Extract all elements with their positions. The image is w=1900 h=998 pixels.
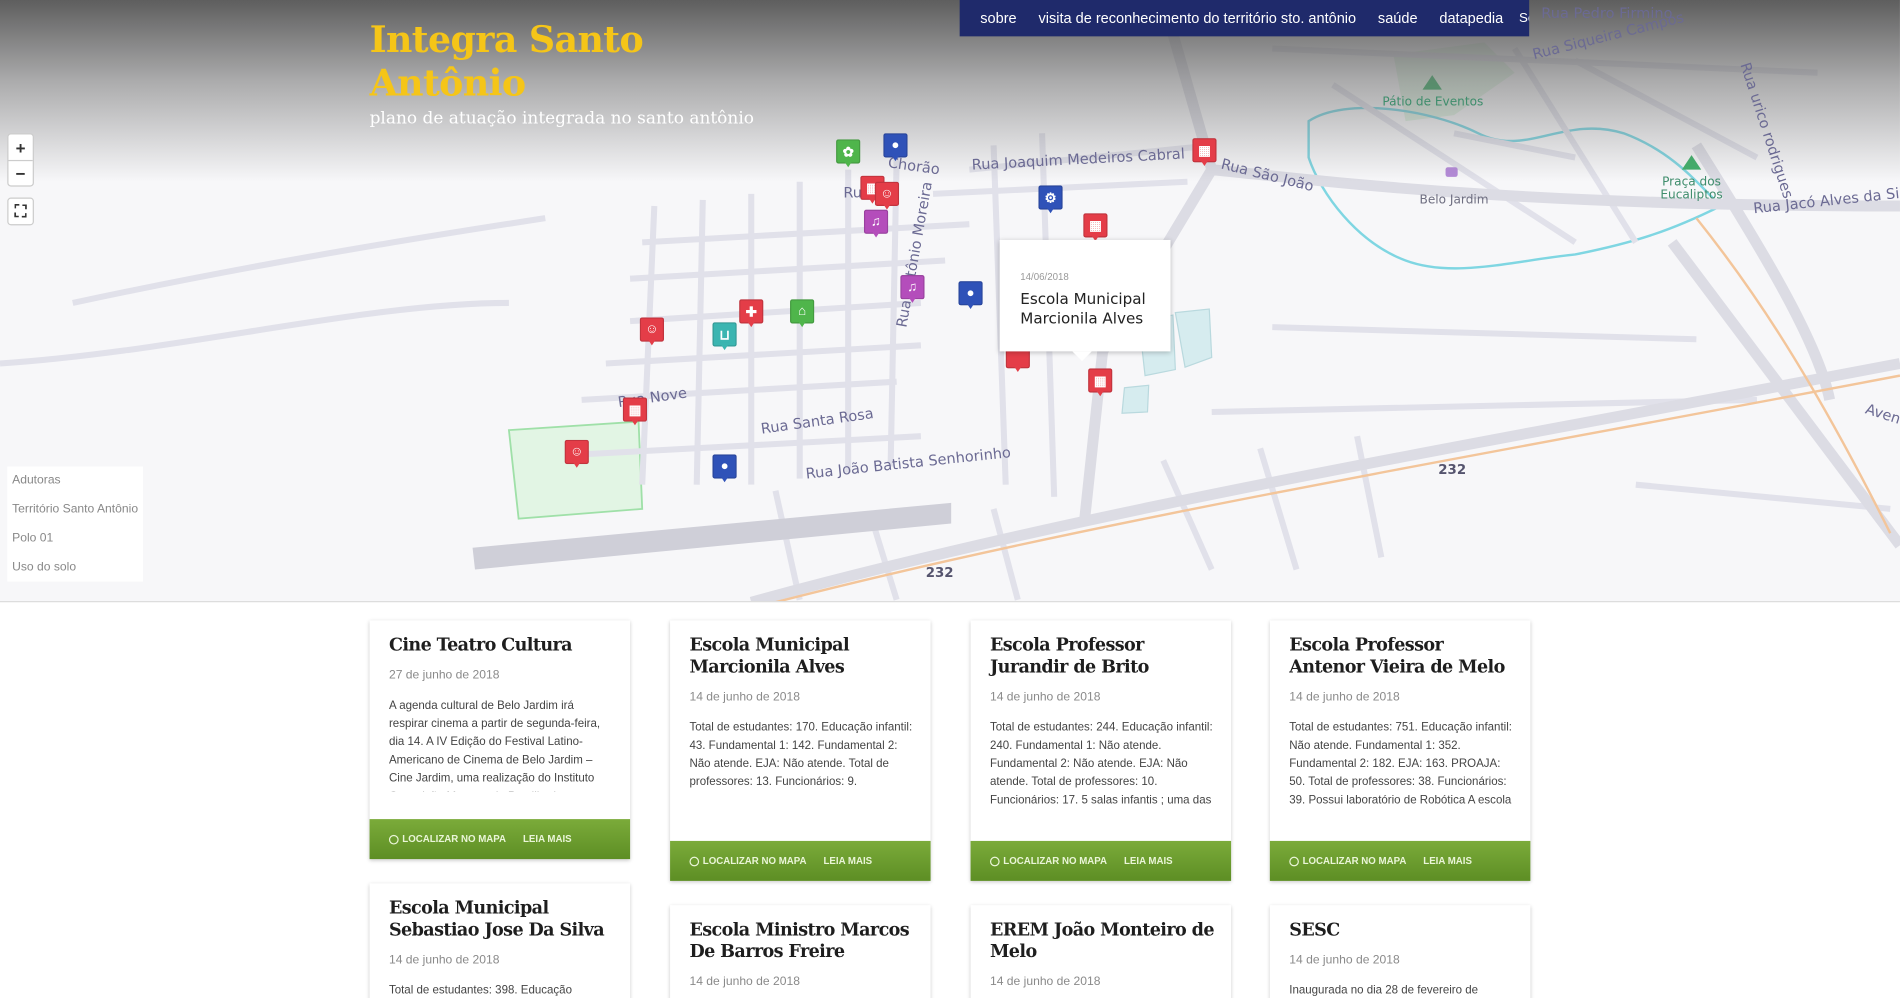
map-pin-icon (689, 856, 700, 866)
map-marker[interactable]: ☺ (639, 317, 665, 346)
locate-on-map-link[interactable]: LOCALIZAR NO MAPA (388, 833, 507, 845)
map-marker[interactable]: ⊔ (712, 322, 737, 351)
popup-title[interactable]: Escola Municipal Marcionila Alves (1020, 290, 1156, 329)
map-marker[interactable]: ✿ (836, 139, 861, 168)
layer-item[interactable]: Polo 01 (7, 525, 143, 554)
map-marker[interactable]: ☺ (874, 181, 900, 211)
card-excerpt: Inaugurada no dia 28 de fevereiro de (1289, 983, 1479, 998)
layer-item[interactable]: Adutoras (7, 467, 143, 496)
card-date: 14 de junho de 2018 (689, 975, 800, 989)
place-label: Pátio de Eventos (1382, 95, 1484, 110)
post-card[interactable]: SESC 14 de junho de 2018 Inaugurada no d… (1269, 905, 1531, 998)
map-marker[interactable]: ● (712, 454, 737, 483)
nav-item-sobre[interactable]: sobre (969, 10, 1027, 27)
map[interactable]: Rua Pedro Firmino Rua Siqueira Campos Ru… (0, 0, 1900, 603)
post-card[interactable]: Cine Teatro Cultura 27 de junho de 2018 … (369, 620, 631, 860)
layer-list: Adutoras Território Santo Antônio Polo 0… (7, 466, 143, 583)
locate-label: LOCALIZAR NO MAPA (1003, 855, 1108, 867)
map-marker[interactable]: ☺ (564, 439, 589, 469)
card-title[interactable]: EREM João Monteiro de Melo (971, 905, 1232, 963)
post-card[interactable]: Escola Municipal Marcionila Alves 14 de … (670, 620, 931, 881)
locate-on-map-link[interactable]: LOCALIZAR NO MAPA (689, 855, 807, 867)
card-date: 14 de junho de 2018 (1289, 690, 1400, 704)
place-label: Belo Jardim (1419, 193, 1489, 208)
card-actions: LOCALIZAR NO MAPA LEIA MAIS (970, 840, 1232, 881)
nav-item-datapedia[interactable]: datapedia (1428, 10, 1514, 27)
card-excerpt: Total de estudantes: 751. Educação infan… (1289, 720, 1512, 813)
card-title[interactable]: Escola Municipal Marcionila Alves (670, 620, 931, 678)
map-marker[interactable]: ▦ (1192, 138, 1217, 167)
site-title[interactable]: Integra Santo Antônio (370, 19, 644, 106)
locate-on-map-link[interactable]: LOCALIZAR NO MAPA (989, 855, 1108, 867)
card-title[interactable]: Escola Professor Antenor Vieira de Melo (1270, 620, 1531, 678)
map-marker[interactable]: ● (958, 281, 983, 310)
fullscreen-control: ⛶ (7, 197, 34, 226)
zoom-in-button[interactable]: + (8, 134, 32, 159)
post-card[interactable]: EREM João Monteiro de Melo 14 de junho d… (970, 905, 1232, 998)
read-more-link[interactable]: LEIA MAIS (1423, 855, 1472, 866)
page: Rua Pedro Firmino Rua Siqueira Campos Ru… (0, 0, 1900, 998)
post-card[interactable]: Escola Professor Jurandir de Brito 14 de… (970, 620, 1232, 881)
read-more-link[interactable]: LEIA MAIS (523, 834, 572, 845)
card-title[interactable]: Cine Teatro Cultura (370, 620, 631, 656)
card-actions: LOCALIZAR NO MAPA LEIA MAIS (1269, 840, 1531, 881)
locate-label: LOCALIZAR NO MAPA (1302, 855, 1407, 867)
card-actions: LOCALIZAR NO MAPA LEIA MAIS (369, 819, 631, 860)
map-marker[interactable]: ✚ (739, 299, 764, 328)
card-excerpt: Total de estudantes: 170. Educação infan… (689, 720, 913, 789)
map-pin-icon (989, 856, 1000, 866)
map-marker[interactable]: ▦ (622, 397, 648, 426)
post-card[interactable]: Escola Municipal Sebastiao Jose Da Silva… (369, 883, 631, 998)
read-more-link[interactable]: LEIA MAIS (824, 855, 873, 866)
card-excerpt: A agenda cultural de Belo Jardim irá res… (388, 699, 601, 791)
zoom-control: + − (7, 133, 34, 187)
map-pin-icon (1289, 856, 1299, 866)
locate-on-map-link[interactable]: LOCALIZAR NO MAPA (1289, 855, 1406, 866)
card-actions: LOCALIZAR NO MAPA LEIA MAIS (670, 840, 931, 881)
map-marker[interactable]: ⚙ (1038, 185, 1063, 214)
card-date: 14 de junho de 2018 (388, 953, 500, 967)
map-marker[interactable]: ▦ (1083, 213, 1108, 242)
search-input[interactable]: Search h (1519, 11, 1529, 26)
card-excerpt: Total de estudantes: 244. Educação infan… (989, 720, 1213, 813)
layer-item[interactable]: Uso do solo (7, 554, 143, 583)
card-title[interactable]: Escola Ministro Marcos De Barros Freire (670, 905, 931, 963)
map-marker[interactable]: ● (883, 133, 908, 162)
locate-label: LOCALIZAR NO MAPA (702, 855, 807, 867)
card-title[interactable]: SESC (1270, 905, 1531, 941)
post-card[interactable]: Escola Professor Antenor Vieira de Melo … (1269, 620, 1531, 881)
card-date: 14 de junho de 2018 (989, 690, 1101, 704)
popup-date: 14/06/2018 (1020, 271, 1069, 283)
map-base-layer (0, 0, 1900, 602)
nav-item-saude[interactable]: saúde (1367, 10, 1428, 27)
map-marker[interactable]: ♫ (863, 209, 889, 239)
site-subtitle: plano de atuação integrada no santo antô… (369, 109, 754, 129)
post-card[interactable]: Escola Ministro Marcos De Barros Freire … (670, 905, 931, 998)
zoom-out-button[interactable]: − (8, 159, 33, 185)
locate-label: LOCALIZAR NO MAPA (402, 833, 507, 845)
street-label: Ru (843, 184, 863, 202)
map-marker[interactable]: ⌂ (790, 299, 815, 328)
card-excerpt: Total de estudantes: 398. Educação (388, 983, 572, 998)
site-title-line: Integra Santo (369, 19, 644, 62)
nav-item-visita[interactable]: visita de reconhecimento do território s… (1028, 10, 1367, 27)
site-title-line: Antônio (369, 63, 527, 106)
place-label: Praça dos Eucaliptos (1660, 175, 1723, 203)
card-date: 14 de junho de 2018 (689, 690, 800, 704)
read-more-link[interactable]: LEIA MAIS (1124, 855, 1173, 866)
map-pin-icon (388, 834, 399, 844)
map-popup[interactable]: 14/06/2018 Escola Municipal Marcionila A… (999, 239, 1171, 362)
map-marker[interactable]: ▦ (1088, 368, 1113, 397)
card-title[interactable]: Escola Professor Jurandir de Brito (971, 620, 1232, 678)
card-title[interactable]: Escola Municipal Sebastiao Jose Da Silva (370, 883, 631, 941)
card-date: 14 de junho de 2018 (989, 975, 1101, 989)
map-marker[interactable]: ♫ (900, 275, 925, 304)
top-navigation: sobre visita de reconhecimento do territ… (959, 0, 1530, 37)
fullscreen-icon[interactable]: ⛶ (8, 199, 32, 224)
layer-item[interactable]: Território Santo Antônio (7, 496, 143, 525)
card-date: 27 de junho de 2018 (388, 668, 500, 683)
road-number: 232 (1438, 461, 1467, 478)
road-number: 232 (925, 564, 954, 581)
card-date: 14 de junho de 2018 (1289, 953, 1400, 967)
